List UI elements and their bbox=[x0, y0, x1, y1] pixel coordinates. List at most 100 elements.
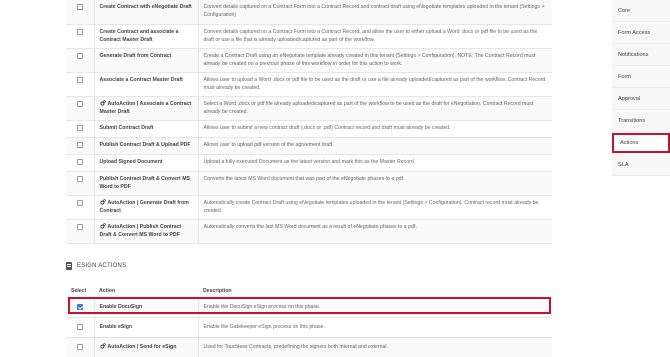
select-checkbox[interactable] bbox=[76, 304, 83, 310]
select-checkbox[interactable] bbox=[76, 28, 83, 35]
sidebar-item-core[interactable]: Core bbox=[612, 0, 670, 22]
table-row: AutoAction | Publish Contract Draft & Co… bbox=[66, 219, 552, 244]
description-text: Allows user to submit a new contract dra… bbox=[203, 124, 451, 131]
actions-table: Create Contract with eNegotiate Draft Con… bbox=[66, 0, 552, 244]
select-cell bbox=[66, 297, 94, 318]
table-row: Submit Contract Draft Allows user to subm… bbox=[66, 120, 552, 138]
action-cell: Publish Contract Draft & Upload PDF bbox=[93, 137, 199, 155]
sidebar-item-approval[interactable]: Approval bbox=[612, 88, 670, 110]
select-cell bbox=[66, 171, 94, 196]
sidebar-item-form[interactable]: Form bbox=[612, 66, 670, 88]
action-cell: Create Contract with eNegotiate Draft bbox=[93, 0, 199, 25]
select-cell bbox=[66, 0, 94, 25]
column-header-select: Select bbox=[66, 285, 94, 298]
select-cell bbox=[66, 120, 94, 138]
action-cell: Enable DocuSign bbox=[93, 297, 199, 318]
table-row: Associate a Contract Master Draft Allows … bbox=[66, 72, 552, 97]
action-description: Automatically create Contract Draft usin… bbox=[198, 195, 552, 220]
description-text: Enable the DocuSign eSign process on thi… bbox=[203, 304, 321, 310]
auto-action-icon bbox=[99, 198, 108, 206]
select-checkbox[interactable] bbox=[76, 124, 83, 131]
auto-action-icon bbox=[99, 99, 108, 107]
action-description: Enable the Gatekeeper eSign process on t… bbox=[198, 317, 552, 338]
table-row: Create Contract with eNegotiate Draft Con… bbox=[66, 0, 552, 25]
action-name: Enable eSign bbox=[99, 324, 133, 330]
sidebar-item-notifications[interactable]: Notifications bbox=[612, 44, 670, 66]
description-text: Convert details captured on a Contract F… bbox=[203, 28, 538, 43]
description-text: Convert details captured on a Contract F… bbox=[203, 4, 545, 19]
action-cell: Associate a Contract Master Draft bbox=[93, 72, 199, 97]
action-description: Convert details captured on a Contract F… bbox=[198, 0, 552, 25]
auto-action-icon bbox=[99, 343, 108, 350]
sidebar-item-form-access[interactable]: Form Access bbox=[612, 22, 670, 44]
action-name: AutoAction | Associate a Contract Master… bbox=[99, 100, 192, 115]
section-title: ESIGN ACTIONS bbox=[77, 263, 127, 269]
table-row: Upload Signed Document Upload a fully exe… bbox=[66, 154, 552, 172]
action-name: Create Contract with eNegotiate Draft bbox=[99, 4, 192, 10]
action-description: Create a Contract Draft using an eNegoti… bbox=[198, 48, 552, 73]
action-name: Publish Contract Draft & Convert MS Word… bbox=[99, 175, 191, 190]
description-text: Automatically create Contract Draft usin… bbox=[203, 199, 539, 214]
action-cell: Create Contract and associate a Contract… bbox=[93, 24, 199, 49]
table-row: AutoAction | Send for eSign Used for Touc… bbox=[66, 337, 552, 357]
document-icon bbox=[66, 262, 72, 270]
select-cell bbox=[66, 154, 94, 172]
select-cell bbox=[66, 137, 94, 155]
actions-panel: Create Contract with eNegotiate Draft Con… bbox=[66, 0, 552, 244]
select-checkbox[interactable] bbox=[76, 141, 83, 148]
sidebar-item-transitions[interactable]: Transitions bbox=[612, 110, 670, 132]
esign-section-header: ESIGN ACTIONS bbox=[66, 261, 126, 271]
table-row: AutoAction | Associate a Contract Master… bbox=[66, 96, 552, 121]
description-text: Select a Word .docx or pdf file already … bbox=[203, 100, 534, 115]
action-name: Upload Signed Document bbox=[99, 158, 163, 165]
description-text: Automatically converts the last MS Word … bbox=[203, 223, 417, 230]
table-row: Enable eSign Enable the Gatekeeper eSign … bbox=[66, 317, 552, 338]
select-checkbox[interactable] bbox=[76, 158, 83, 165]
action-cell: AutoAction | Publish Contract Draft & Co… bbox=[93, 219, 199, 244]
select-checkbox[interactable] bbox=[76, 199, 83, 206]
action-name: AutoAction | Generate Draft from Contrac… bbox=[99, 199, 189, 214]
action-cell: AutoAction | Generate Draft from Contrac… bbox=[93, 195, 199, 220]
description-text: Allows user to upload pdf version of the… bbox=[203, 141, 334, 148]
settings-sidebar: Core Form Access Notifications Form Approval… bbox=[612, 0, 670, 176]
table-row: AutoAction | Generate Draft from Contrac… bbox=[66, 195, 552, 220]
select-cell bbox=[66, 337, 94, 357]
select-cell bbox=[66, 317, 94, 338]
description-text: Converts the latest MS Word document tha… bbox=[203, 175, 405, 182]
select-cell bbox=[66, 195, 94, 220]
sidebar-item-sla[interactable]: SLA bbox=[612, 154, 670, 176]
select-checkbox[interactable] bbox=[76, 52, 83, 59]
select-checkbox[interactable] bbox=[76, 4, 83, 10]
action-name: Submit Contract Draft bbox=[99, 124, 154, 131]
select-checkbox[interactable] bbox=[76, 175, 83, 182]
select-checkbox[interactable] bbox=[76, 100, 83, 107]
action-name: Publish Contract Draft & Upload PDF bbox=[99, 141, 191, 148]
action-name: Generate Draft from Contract bbox=[99, 52, 172, 59]
select-cell bbox=[66, 219, 94, 244]
select-cell bbox=[66, 48, 94, 73]
description-text: Allows user to upload a Word .docx or pd… bbox=[203, 76, 546, 91]
sidebar-item-actions[interactable]: Actions bbox=[612, 133, 670, 153]
action-name: Create Contract and associate a Contract… bbox=[99, 28, 179, 43]
column-header-description: Description bbox=[198, 285, 552, 298]
action-description: Converts the latest MS Word document tha… bbox=[198, 171, 552, 196]
table-row: Publish Contract Draft & Upload PDF Allow… bbox=[66, 137, 552, 155]
select-checkbox[interactable] bbox=[76, 223, 83, 230]
select-cell bbox=[66, 72, 94, 97]
action-name: Associate a Contract Master Draft bbox=[99, 76, 183, 83]
description-text: Upload a fully executed Document as the … bbox=[203, 158, 416, 165]
select-checkbox[interactable] bbox=[76, 344, 83, 350]
action-name: Enable DocuSign bbox=[99, 304, 143, 310]
action-cell: Enable eSign bbox=[93, 317, 199, 338]
action-cell: Upload Signed Document bbox=[93, 154, 199, 172]
select-checkbox[interactable] bbox=[76, 324, 83, 330]
action-description: Enable the DocuSign eSign process on thi… bbox=[198, 297, 552, 318]
action-cell: AutoAction | Associate a Contract Master… bbox=[93, 96, 199, 121]
auto-action-icon bbox=[99, 222, 108, 230]
description-text: Enable the Gatekeeper eSign process on t… bbox=[203, 324, 325, 330]
select-checkbox[interactable] bbox=[76, 76, 83, 83]
action-description: Allows user to submit a new contract dra… bbox=[198, 120, 552, 138]
table-row: Enable DocuSign Enable the DocuSign eSign… bbox=[66, 297, 552, 318]
column-header-action: Action bbox=[94, 285, 198, 298]
select-cell bbox=[66, 96, 94, 121]
